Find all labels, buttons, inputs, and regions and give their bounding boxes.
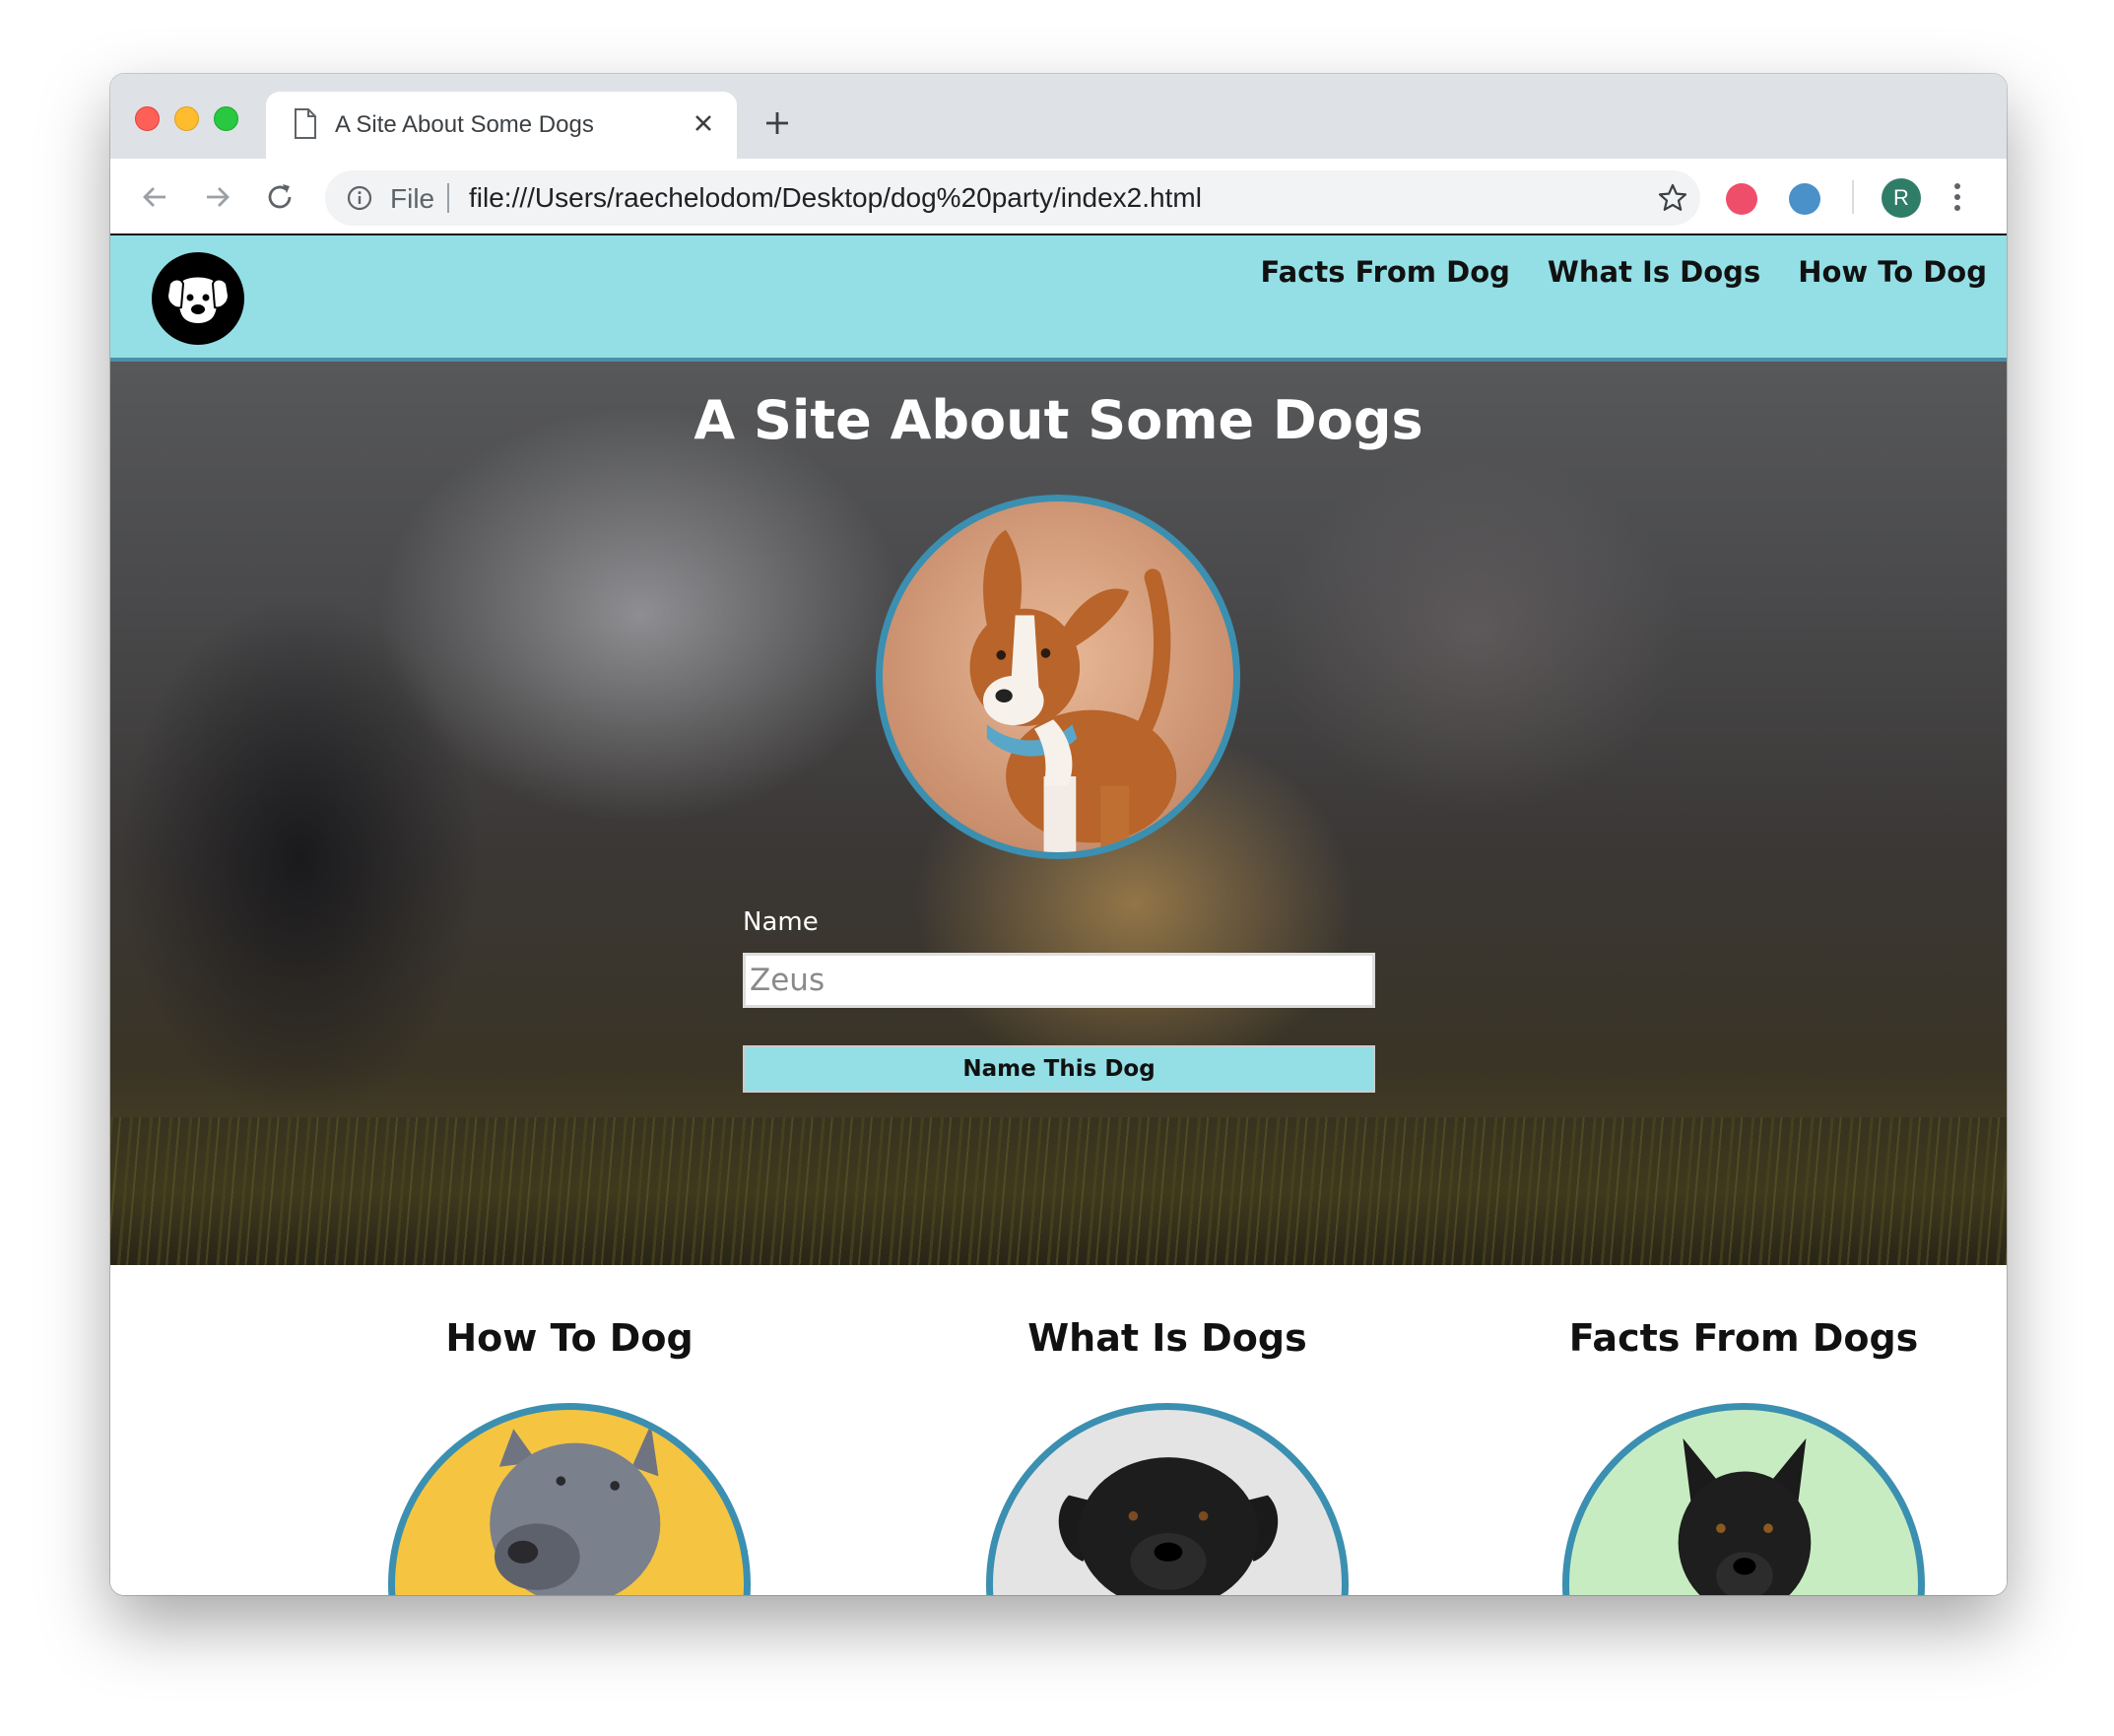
hero-title-plain: A Site About: [694, 389, 1089, 451]
feature-title: How To Dog: [445, 1316, 694, 1360]
dog-photo-illustration: [1058, 1457, 1279, 1595]
feature-photo-what-is-dogs: [986, 1403, 1349, 1595]
dog-name-input[interactable]: [743, 953, 1375, 1008]
name-this-dog-button[interactable]: Name This Dog: [743, 1045, 1375, 1093]
forward-icon[interactable]: [201, 180, 234, 214]
site-header: Facts From Dog What Is Dogs How To Dog: [110, 235, 2007, 362]
feature-photo-facts-from-dogs: [1562, 1403, 1925, 1595]
close-tab-icon[interactable]: [690, 109, 717, 137]
dog-photo-illustration: [969, 529, 1177, 852]
dog-photo-illustration: [490, 1424, 661, 1595]
info-icon[interactable]: [347, 185, 372, 211]
more-menu-icon[interactable]: [1952, 180, 1962, 214]
feature-what-is-dogs: What Is Dogs: [872, 1265, 1463, 1595]
reload-icon[interactable]: [263, 180, 297, 214]
toolbar-divider: [1852, 180, 1854, 214]
back-icon[interactable]: [138, 180, 171, 214]
hero-section: A Site About Some Dogs Name Zeus Name Th…: [110, 362, 2007, 1265]
minimize-window-button[interactable]: [174, 106, 199, 131]
feature-title: Facts From Dogs: [1568, 1316, 1919, 1360]
new-tab-icon[interactable]: [762, 108, 792, 138]
bookmark-star-icon[interactable]: [1657, 182, 1688, 214]
profile-avatar[interactable]: R: [1882, 178, 1921, 218]
dog-photo-illustration: [1678, 1437, 1812, 1595]
feature-photo-how-to-dog: [388, 1403, 751, 1595]
close-window-button[interactable]: [135, 106, 160, 131]
feature-title: What Is Dogs: [1027, 1316, 1307, 1360]
grass-overlay: [110, 1117, 2007, 1265]
feature-facts-from-dogs: Facts From Dogs: [1448, 1265, 2007, 1595]
browser-toolbar: File file:///Users/raechelodom/Desktop/d…: [110, 159, 2007, 235]
browser-tab[interactable]: A Site About Some Dogs: [266, 92, 737, 159]
tab-title: A Site About Some Dogs: [335, 111, 594, 138]
hero-title: A Site About Some Dogs: [110, 389, 2007, 451]
feature-how-to-dog: How To Dog: [274, 1265, 865, 1595]
tab-strip: A Site About Some Dogs: [110, 74, 2007, 159]
file-label: File: [390, 183, 435, 214]
page-viewport: Facts From Dog What Is Dogs How To Dog A…: [110, 235, 2007, 1595]
omnibox-divider: [447, 183, 449, 213]
extension-icon[interactable]: [1726, 183, 1757, 215]
extension-icon[interactable]: [1789, 183, 1820, 215]
hero-title-bold: Some Dogs: [1088, 389, 1423, 451]
name-field-label: Name: [743, 907, 819, 937]
url-text[interactable]: file:///Users/raechelodom/Desktop/dog%20…: [469, 182, 1202, 214]
nav-link-how-to-dog[interactable]: How To Dog: [1798, 255, 1987, 289]
browser-window: A Site About Some Dogs File file:///User…: [110, 74, 2007, 1595]
site-nav: Facts From Dog What Is Dogs How To Dog: [1261, 255, 1987, 289]
address-bar[interactable]: File file:///Users/raechelodom/Desktop/d…: [325, 170, 1700, 226]
hero-dog-photo: [876, 495, 1240, 859]
nav-link-facts-from-dog[interactable]: Facts From Dog: [1261, 255, 1510, 289]
document-icon: [295, 108, 316, 139]
maximize-window-button[interactable]: [214, 106, 238, 131]
nav-link-what-is-dogs[interactable]: What Is Dogs: [1548, 255, 1760, 289]
features-section: How To Dog What Is Dogs Facts From Dogs: [110, 1265, 2007, 1595]
dog-logo-icon[interactable]: [152, 252, 244, 345]
